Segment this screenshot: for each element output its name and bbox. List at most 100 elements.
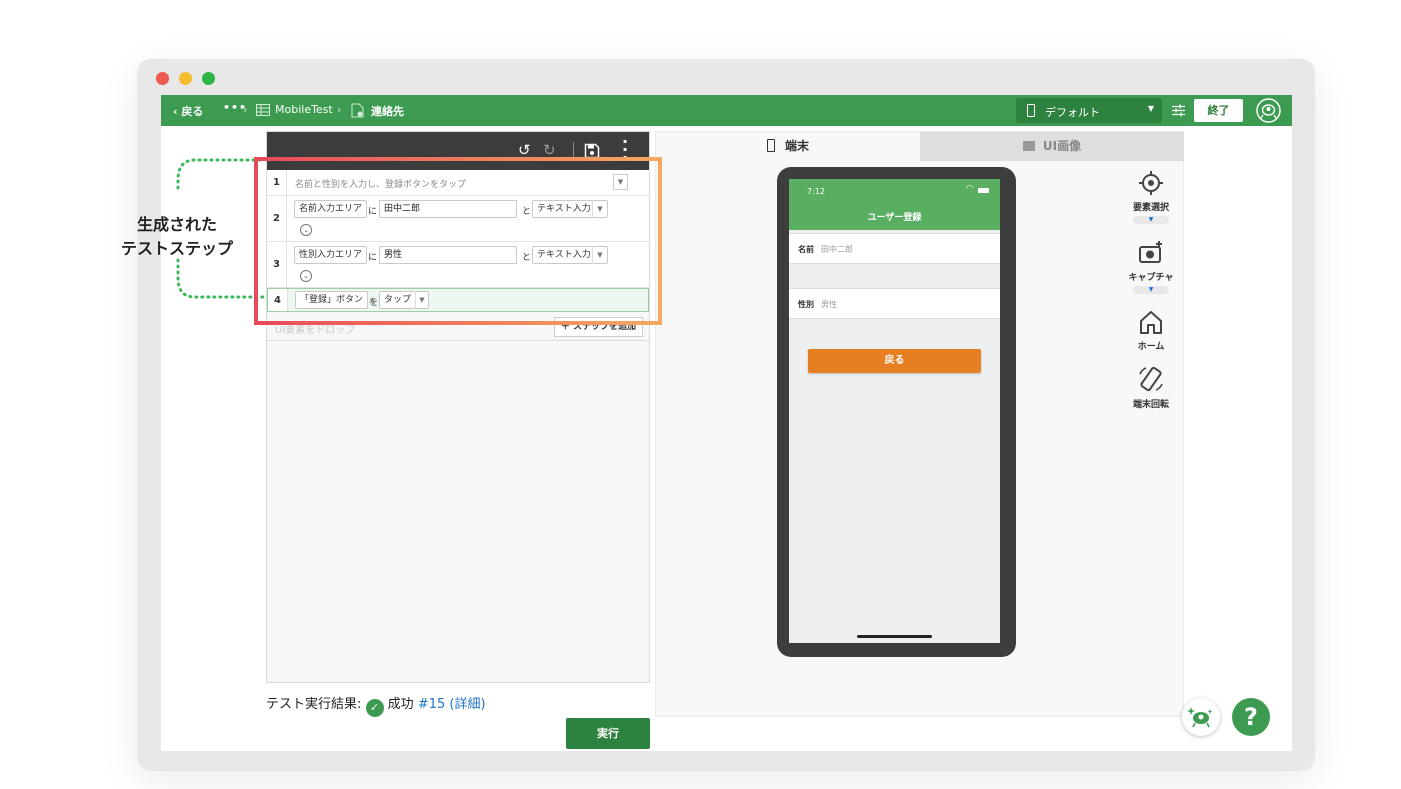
annotation-line-2: テストステップ bbox=[120, 239, 233, 258]
rotate-device-label: 端末回転 bbox=[1132, 400, 1169, 410]
step-value-input[interactable]: 男性 bbox=[379, 246, 517, 264]
result-status: 成功 bbox=[387, 697, 414, 712]
redo-icon[interactable]: ↻ bbox=[543, 141, 556, 159]
close-window-button[interactable] bbox=[156, 72, 169, 85]
app-gender-label: 性別 bbox=[798, 300, 814, 309]
image-icon bbox=[1022, 141, 1035, 151]
target-element-chip[interactable]: 名前入力エリア bbox=[294, 200, 368, 218]
target-element-chip[interactable]: 性別入力エリア bbox=[294, 246, 368, 264]
step-row-3[interactable]: 3 性別入力エリア に 男性 と テキスト入力 ▼ ⌄ bbox=[267, 242, 649, 288]
save-icon[interactable] bbox=[584, 143, 600, 159]
tab-ui-image[interactable]: UI画像 bbox=[920, 132, 1184, 161]
annotation-label: 生成された テストステップ bbox=[112, 213, 242, 261]
status-time: 7:12 bbox=[807, 187, 825, 196]
zoom-window-button[interactable] bbox=[202, 72, 215, 85]
action-select-label: タップ bbox=[384, 295, 412, 305]
joiner-text: と bbox=[522, 253, 532, 263]
step-value-input[interactable]: 田中二郎 bbox=[379, 200, 517, 218]
help-button[interactable]: ? bbox=[1232, 698, 1270, 736]
app-gender-value: 男性 bbox=[821, 300, 837, 309]
caret-down-icon: ▼ bbox=[592, 200, 607, 218]
toolbar-divider bbox=[573, 142, 574, 159]
run-button[interactable]: 実行 bbox=[566, 718, 650, 749]
step-menu-dropdown[interactable]: ▼ bbox=[613, 174, 628, 190]
action-select[interactable]: テキスト入力 ▼ bbox=[532, 246, 608, 264]
home-tool[interactable]: ホーム bbox=[1121, 309, 1181, 352]
phone-icon bbox=[1027, 104, 1035, 117]
top-bar: ‹ 戻る ••• › MobileTest › 連絡先 デフォルト ▼ 終了 bbox=[161, 95, 1292, 126]
avatar[interactable] bbox=[1256, 98, 1281, 123]
caret-down-icon: ▼ bbox=[1147, 104, 1154, 113]
home-indicator bbox=[857, 635, 932, 638]
chevron-right-icon: › bbox=[337, 103, 342, 116]
app-name-field[interactable]: 名前 田中二郎 bbox=[789, 233, 1000, 264]
action-select-label: テキスト入力 bbox=[537, 204, 591, 214]
particle-text: に bbox=[368, 253, 378, 263]
rotate-device-icon bbox=[1139, 366, 1163, 392]
minimize-window-button[interactable] bbox=[179, 72, 192, 85]
expand-chevron-icon[interactable]: ⌄ bbox=[300, 270, 312, 282]
result-label: テスト実行結果: bbox=[266, 697, 362, 712]
caret-down-icon: ▼ bbox=[415, 291, 428, 309]
target-element-chip[interactable]: 「登録」ボタン bbox=[295, 291, 369, 309]
app-title: ユーザー登録 bbox=[867, 213, 922, 223]
caret-down-icon: ▼ bbox=[592, 246, 607, 264]
table-icon bbox=[256, 104, 270, 116]
result-run-link[interactable]: #15 bbox=[418, 697, 445, 712]
device-select[interactable]: デフォルト ▼ bbox=[1016, 98, 1162, 123]
app-back-button[interactable]: 戻る bbox=[808, 349, 981, 373]
chevron-right-icon: › bbox=[243, 103, 248, 116]
ui-element-drop-zone[interactable]: UI要素をドロップ ＋ ステップを追加 bbox=[267, 312, 649, 341]
tab-device[interactable]: 端末 bbox=[656, 132, 920, 161]
caret-down-icon[interactable]: ▼ bbox=[1133, 216, 1169, 224]
action-select[interactable]: タップ ▼ bbox=[379, 291, 429, 309]
steps-toolbar: ↺ ↻ · · · bbox=[267, 132, 649, 170]
tab-device-label: 端末 bbox=[784, 139, 809, 153]
success-check-icon: ✓ bbox=[365, 699, 384, 717]
step-row-4[interactable]: 4 「登録」ボタン を タップ ▼ bbox=[267, 288, 649, 312]
app-content: ‹ 戻る ••• › MobileTest › 連絡先 デフォルト ▼ 終了 ↺… bbox=[161, 95, 1292, 751]
select-element-tool[interactable]: 要素選択 ▼ bbox=[1121, 170, 1181, 224]
caret-down-icon[interactable]: ▼ bbox=[1133, 286, 1169, 294]
rotate-device-tool[interactable]: 端末回転 bbox=[1121, 365, 1181, 410]
back-label: 戻る bbox=[181, 105, 204, 118]
camera-plus-icon bbox=[1139, 241, 1162, 263]
step-row-2[interactable]: 2 名前入力エリア に 田中二郎 と テキスト入力 ▼ ⌄ bbox=[267, 196, 649, 242]
step-description[interactable]: 名前と性別を入力し、登録ボタンをタップ bbox=[295, 177, 466, 190]
joiner-text: と bbox=[522, 207, 532, 217]
breadcrumb-test: 連絡先 bbox=[371, 105, 404, 118]
particle-text: を bbox=[369, 298, 379, 308]
capture-tool[interactable]: キャプチャ ▼ bbox=[1121, 240, 1181, 294]
test-result: テスト実行結果: ✓ 成功 #15 (詳細) bbox=[266, 693, 486, 717]
battery-icon bbox=[978, 188, 989, 193]
device-frame: 7:12 ◠ ユーザー登録 名前 田中二郎 性別 男性 戻る bbox=[777, 167, 1016, 657]
crosshair-icon bbox=[1139, 171, 1163, 195]
settings-sliders-icon[interactable] bbox=[1172, 104, 1185, 117]
tab-ui-image-label: UI画像 bbox=[1042, 139, 1082, 153]
home-icon bbox=[1140, 311, 1162, 334]
back-button[interactable]: ‹ 戻る bbox=[173, 103, 203, 119]
drop-zone-placeholder: UI要素をドロップ bbox=[275, 325, 356, 336]
app-gender-field[interactable]: 性別 男性 bbox=[789, 288, 1000, 319]
action-select-label: テキスト入力 bbox=[537, 250, 591, 260]
phone-icon bbox=[766, 139, 775, 152]
breadcrumb-project[interactable]: MobileTest bbox=[275, 103, 333, 116]
test-steps-panel: ↺ ↻ · · · 1 名前と性別を入力し、登録ボタンをタップ ▼ 2 名前入力エリ… bbox=[266, 131, 650, 683]
undo-icon[interactable]: ↺ bbox=[518, 141, 531, 159]
end-button[interactable]: 終了 bbox=[1194, 99, 1243, 122]
ai-assistant-button[interactable] bbox=[1182, 698, 1220, 736]
expand-chevron-icon[interactable]: ⌄ bbox=[300, 224, 312, 236]
action-select[interactable]: テキスト入力 ▼ bbox=[532, 200, 608, 218]
step-number: 1 bbox=[267, 170, 287, 195]
ai-robot-icon bbox=[1187, 707, 1213, 728]
add-step-button[interactable]: ＋ ステップを追加 bbox=[553, 317, 643, 337]
device-screen[interactable]: 7:12 ◠ ユーザー登録 名前 田中二郎 性別 男性 戻る bbox=[789, 179, 1000, 643]
result-detail-link[interactable]: (詳細) bbox=[449, 697, 485, 712]
step-number: 2 bbox=[267, 196, 287, 241]
particle-text: に bbox=[368, 207, 378, 217]
step-row-1[interactable]: 1 名前と性別を入力し、登録ボタンをタップ ▼ bbox=[267, 170, 649, 196]
more-vertical-icon[interactable]: · · · bbox=[622, 134, 628, 166]
app-header: 7:12 ◠ ユーザー登録 bbox=[789, 179, 1000, 230]
capture-label: キャプチャ bbox=[1128, 273, 1174, 283]
device-select-label: デフォルト bbox=[1045, 106, 1100, 119]
